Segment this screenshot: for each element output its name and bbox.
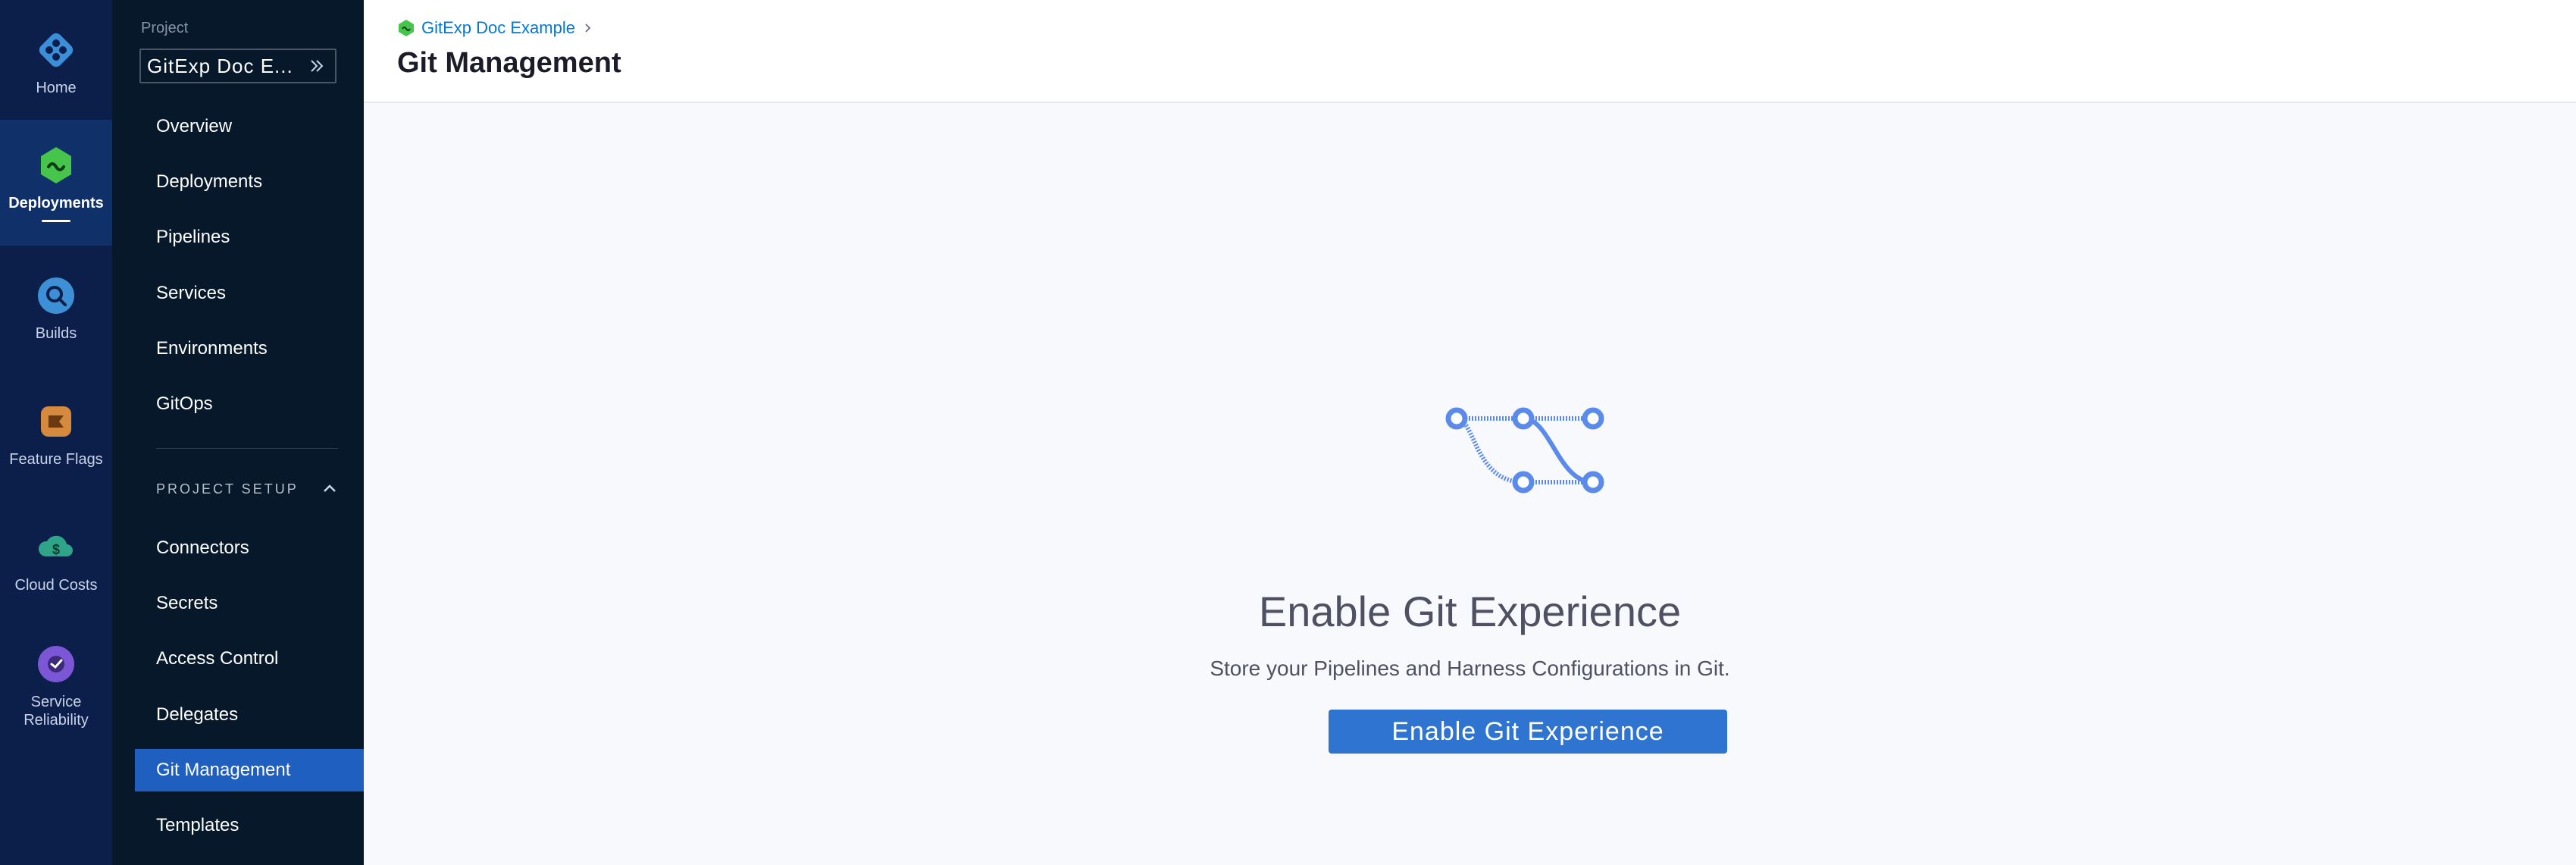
- nav-item-pipelines[interactable]: Pipelines: [135, 216, 364, 259]
- project-setup-toggle[interactable]: PROJECT SETUP: [156, 478, 338, 500]
- double-chevron-right-icon: [311, 60, 324, 72]
- section-title: PROJECT SETUP: [156, 481, 299, 497]
- deployments-icon: [399, 20, 414, 36]
- nav-item-access-control[interactable]: Access Control: [135, 638, 364, 680]
- page-title: Git Management: [397, 47, 621, 79]
- nav-item-gitops[interactable]: GitOps: [135, 383, 364, 425]
- active-indicator: [42, 219, 70, 222]
- chevron-right-icon: [585, 24, 591, 33]
- nav-item-deployments[interactable]: Deployments: [135, 161, 364, 203]
- empty-state-subtitle: Store your Pipelines and Harness Configu…: [1210, 657, 1730, 680]
- feature-flags-icon: [35, 400, 77, 443]
- page-header: GitExp Doc Example Git Management: [364, 0, 2576, 103]
- rail-item-builds[interactable]: Builds: [0, 246, 112, 371]
- nav-item-services[interactable]: Services: [135, 272, 364, 315]
- rail-item-home[interactable]: Home: [0, 0, 112, 126]
- nav-item-overview[interactable]: Overview: [135, 105, 364, 148]
- nav-divider: [156, 448, 338, 449]
- enable-git-experience-button[interactable]: Enable Git Experience: [1329, 710, 1727, 754]
- nav-item-secrets[interactable]: Secrets: [135, 582, 364, 625]
- rail-label-feature-flags: Feature Flags: [9, 451, 103, 468]
- git-branches-icon: [1445, 407, 1604, 494]
- project-selector[interactable]: GitExp Doc E...: [139, 49, 336, 83]
- nav-item-connectors[interactable]: Connectors: [135, 527, 364, 569]
- svg-text:$: $: [52, 542, 60, 557]
- project-nav: Project GitExp Doc E... Overview Deploym…: [112, 0, 364, 865]
- rail-label-service-reliability: Service Reliability: [23, 694, 89, 729]
- empty-state-title: Enable Git Experience: [1258, 588, 1682, 635]
- rail-item-deployments[interactable]: Deployments: [0, 120, 112, 246]
- project-label: Project: [141, 20, 189, 36]
- nav-item-environments[interactable]: Environments: [135, 328, 364, 370]
- rail-item-cloud-costs[interactable]: $ Cloud Costs: [0, 497, 112, 623]
- nav-item-delegates[interactable]: Delegates: [135, 694, 364, 736]
- module-rail: Home Deployments Builds Feature Flags $ …: [0, 0, 112, 865]
- harness-logo-icon: [35, 29, 77, 71]
- breadcrumb-project[interactable]: GitExp Doc Example: [421, 18, 575, 38]
- rail-item-feature-flags[interactable]: Feature Flags: [0, 371, 112, 497]
- project-name: GitExp Doc E...: [147, 54, 293, 77]
- nav-item-templates[interactable]: Templates: [135, 804, 364, 847]
- breadcrumb[interactable]: GitExp Doc Example: [397, 18, 593, 38]
- service-reliability-icon: [35, 643, 77, 685]
- nav-item-git-management[interactable]: Git Management: [135, 749, 364, 791]
- rail-label-builds: Builds: [35, 325, 77, 342]
- deployments-icon: [35, 144, 77, 186]
- rail-item-service-reliability[interactable]: Service Reliability: [0, 623, 112, 749]
- rail-label-home: Home: [36, 80, 77, 96]
- cloud-costs-icon: $: [35, 526, 77, 569]
- empty-state: Enable Git Experience Store your Pipelin…: [364, 105, 2576, 865]
- rail-label-deployments: Deployments: [8, 194, 104, 212]
- builds-icon: [35, 274, 77, 317]
- rail-label-cloud-costs: Cloud Costs: [14, 577, 98, 594]
- chevron-up-icon: [324, 484, 336, 492]
